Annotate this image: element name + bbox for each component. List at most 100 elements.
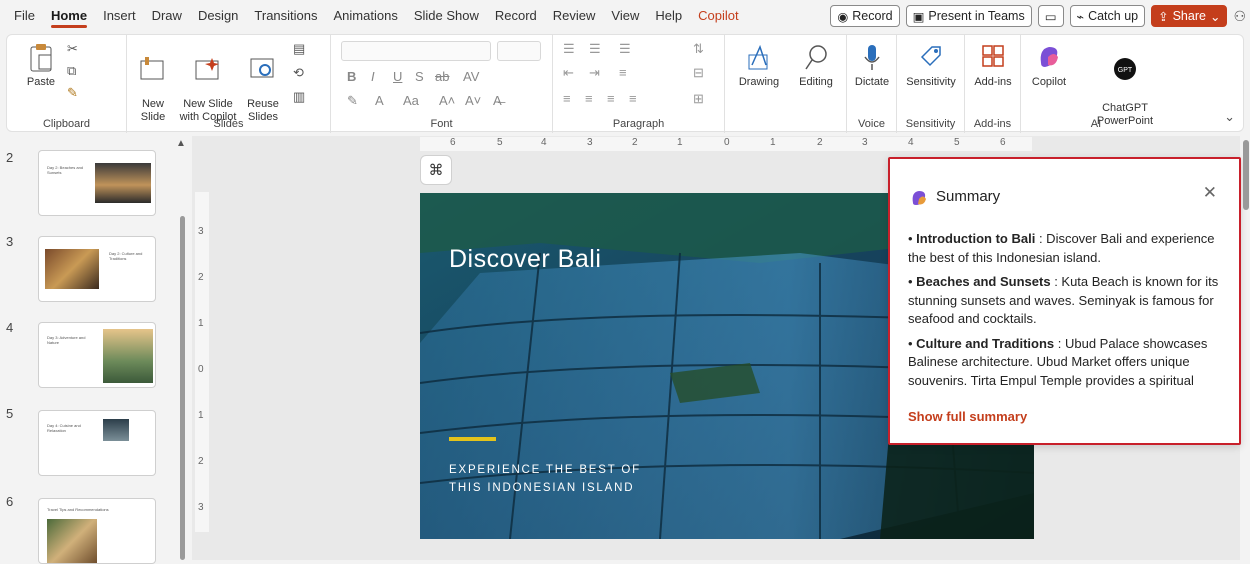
summary-item: • Introduction to Bali : Discover Bali a… <box>908 231 1215 265</box>
change-case-icon[interactable]: Aa <box>403 93 419 108</box>
close-icon[interactable]: ✕ <box>1203 183 1217 203</box>
section-icon[interactable]: ▥ <box>293 89 305 105</box>
paste-button[interactable]: Paste <box>21 43 61 89</box>
thumb-image <box>103 419 129 441</box>
thumb-title: Day 4: Cuisine and Relaxation <box>47 423 81 433</box>
tab-review[interactable]: Review <box>545 0 604 32</box>
ruler-tick: 0 <box>724 137 730 148</box>
share-button[interactable]: ⇪ Share ⌄ <box>1151 5 1228 27</box>
editing-label: Editing <box>799 76 833 88</box>
tab-animations[interactable]: Animations <box>326 0 406 32</box>
drawing-button[interactable]: Drawing <box>731 43 787 89</box>
align-center-icon[interactable]: ≡ <box>585 91 593 106</box>
cut-icon[interactable]: ✂ <box>67 41 78 57</box>
reuse-slides-button[interactable]: Reuse Slides <box>241 43 285 124</box>
copy-icon[interactable]: ⧉ <box>67 63 76 79</box>
decrease-indent-icon[interactable]: ⇤ <box>563 65 574 81</box>
grow-font-icon[interactable]: A˄ <box>439 93 455 108</box>
slide-thumbnail-3[interactable]: Day 2: Culture and Traditions <box>38 236 156 302</box>
ruler-tick: 4 <box>908 137 914 148</box>
clipboard-group-label: Clipboard <box>42 118 91 130</box>
sensitivity-label: Sensitivity <box>906 76 956 88</box>
canvas-scrollbar[interactable] <box>1243 140 1249 210</box>
tab-record[interactable]: Record <box>487 0 545 32</box>
slides-group: New Slide New Slide with Copilot Reuse S… <box>127 35 331 133</box>
dictate-button[interactable]: Dictate <box>849 43 895 89</box>
slide-subtitle[interactable]: EXPERIENCE THE BEST OF THIS INDONESIAN I… <box>449 461 641 497</box>
tab-home[interactable]: Home <box>43 0 95 32</box>
sensitivity-button[interactable]: Sensitivity <box>899 43 963 89</box>
show-full-summary-link[interactable]: Show full summary <box>908 409 1027 424</box>
chatgpt-powerpoint-button[interactable]: GPT ChatGPT PowerPoint <box>1083 43 1167 128</box>
columns-icon[interactable]: ≡ <box>619 65 627 80</box>
tab-view[interactable]: View <box>603 0 647 32</box>
paste-icon <box>30 44 52 72</box>
layout-icon[interactable]: ▤ <box>293 41 305 57</box>
justify-icon[interactable]: ≡ <box>629 91 637 106</box>
underline-icon[interactable]: U <box>393 69 402 84</box>
align-left-icon[interactable]: ≡ <box>563 91 571 106</box>
present-in-teams-button[interactable]: ▣ Present in Teams <box>905 5 1032 27</box>
italic-icon[interactable]: I <box>371 69 375 84</box>
ruler-tick: 3 <box>862 137 868 148</box>
font-size-input[interactable] <box>497 41 541 61</box>
tab-draw[interactable]: Draw <box>144 0 190 32</box>
highlight-icon[interactable]: ✎ <box>347 93 358 109</box>
text-direction-icon[interactable]: ⇅ <box>693 41 704 57</box>
line-spacing-icon[interactable]: ☰ <box>619 41 631 57</box>
thumb-title: Day 2: Culture and Traditions <box>109 251 143 261</box>
share-label: Share <box>1172 9 1206 23</box>
ruler-tick: 3 <box>198 226 204 237</box>
slide-thumbnail-4[interactable]: Day 3: Adventure and Nature <box>38 322 156 388</box>
slide-title[interactable]: Discover Bali <box>449 245 601 274</box>
thumbnail-scrollbar[interactable] <box>180 216 185 560</box>
tab-copilot[interactable]: Copilot <box>690 0 746 32</box>
shrink-font-icon[interactable]: A˅ <box>465 93 481 108</box>
strikethrough-icon[interactable]: ab <box>435 69 449 84</box>
tab-transitions[interactable]: Transitions <box>246 0 325 32</box>
new-slide-button[interactable]: New Slide <box>131 43 175 124</box>
collapse-ribbon-icon[interactable]: ⌄ <box>1224 109 1235 125</box>
clear-format-icon[interactable]: A̶ <box>493 93 502 108</box>
char-spacing-icon[interactable]: AV <box>463 69 479 84</box>
scroll-up-icon[interactable]: ▲ <box>176 138 186 149</box>
ruler-tick: 0 <box>198 364 204 375</box>
smartart-icon[interactable]: ⊞ <box>693 91 704 107</box>
person-icon[interactable]: ⚇ <box>1233 8 1246 25</box>
catch-up-button[interactable]: ⌁ Catch up <box>1069 5 1146 27</box>
copilot-floating-button[interactable]: ⌘ <box>420 155 452 185</box>
tab-design[interactable]: Design <box>190 0 246 32</box>
slide-thumbnail-5[interactable]: Day 4: Cuisine and Relaxation <box>38 410 156 476</box>
align-text-icon[interactable]: ⊟ <box>693 65 704 81</box>
editing-button[interactable]: Editing <box>789 43 843 89</box>
bullets-icon[interactable]: ☰ <box>563 41 575 57</box>
font-name-input[interactable] <box>341 41 491 61</box>
reset-icon[interactable]: ⟲ <box>293 65 304 81</box>
align-right-icon[interactable]: ≡ <box>607 91 615 106</box>
increase-indent-icon[interactable]: ⇥ <box>589 65 600 81</box>
addins-button[interactable]: Add-ins <box>967 43 1019 89</box>
record-label: Record <box>852 9 893 23</box>
tab-insert[interactable]: Insert <box>95 0 144 32</box>
shadow-icon[interactable]: S <box>415 69 424 84</box>
tab-slide-show[interactable]: Slide Show <box>406 0 487 32</box>
tab-help[interactable]: Help <box>647 0 690 32</box>
sensitivity-group-label: Sensitivity <box>905 118 956 130</box>
format-painter-icon[interactable]: ✎ <box>67 85 78 101</box>
copilot-button[interactable]: Copilot <box>1025 43 1073 89</box>
slide-thumbnail-2[interactable]: Day 2: Beaches and Sunsets <box>38 150 156 216</box>
record-button[interactable]: ◉ Record <box>830 5 900 27</box>
sensitivity-group: Sensitivity Sensitivity <box>897 35 965 133</box>
new-slide-with-copilot-button[interactable]: New Slide with Copilot <box>175 43 241 124</box>
slide-copilot-icon <box>195 58 219 80</box>
tab-file[interactable]: File <box>0 0 43 32</box>
comments-button[interactable]: ▭ <box>1037 5 1064 27</box>
horizontal-ruler: 6 5 4 3 2 1 0 1 2 3 4 5 6 <box>420 137 1032 151</box>
bold-icon[interactable]: B <box>347 69 356 84</box>
slide-thumbnail-6[interactable]: Travel Tips and Recommendations <box>38 498 156 564</box>
numbering-icon[interactable]: ☰ <box>589 41 601 57</box>
chatgpt-icon: GPT <box>1114 58 1136 80</box>
addins-group: Add-ins Add-ins <box>965 35 1021 133</box>
font-color-icon[interactable]: A <box>375 93 384 108</box>
share-icon: ⇪ <box>1158 9 1169 24</box>
